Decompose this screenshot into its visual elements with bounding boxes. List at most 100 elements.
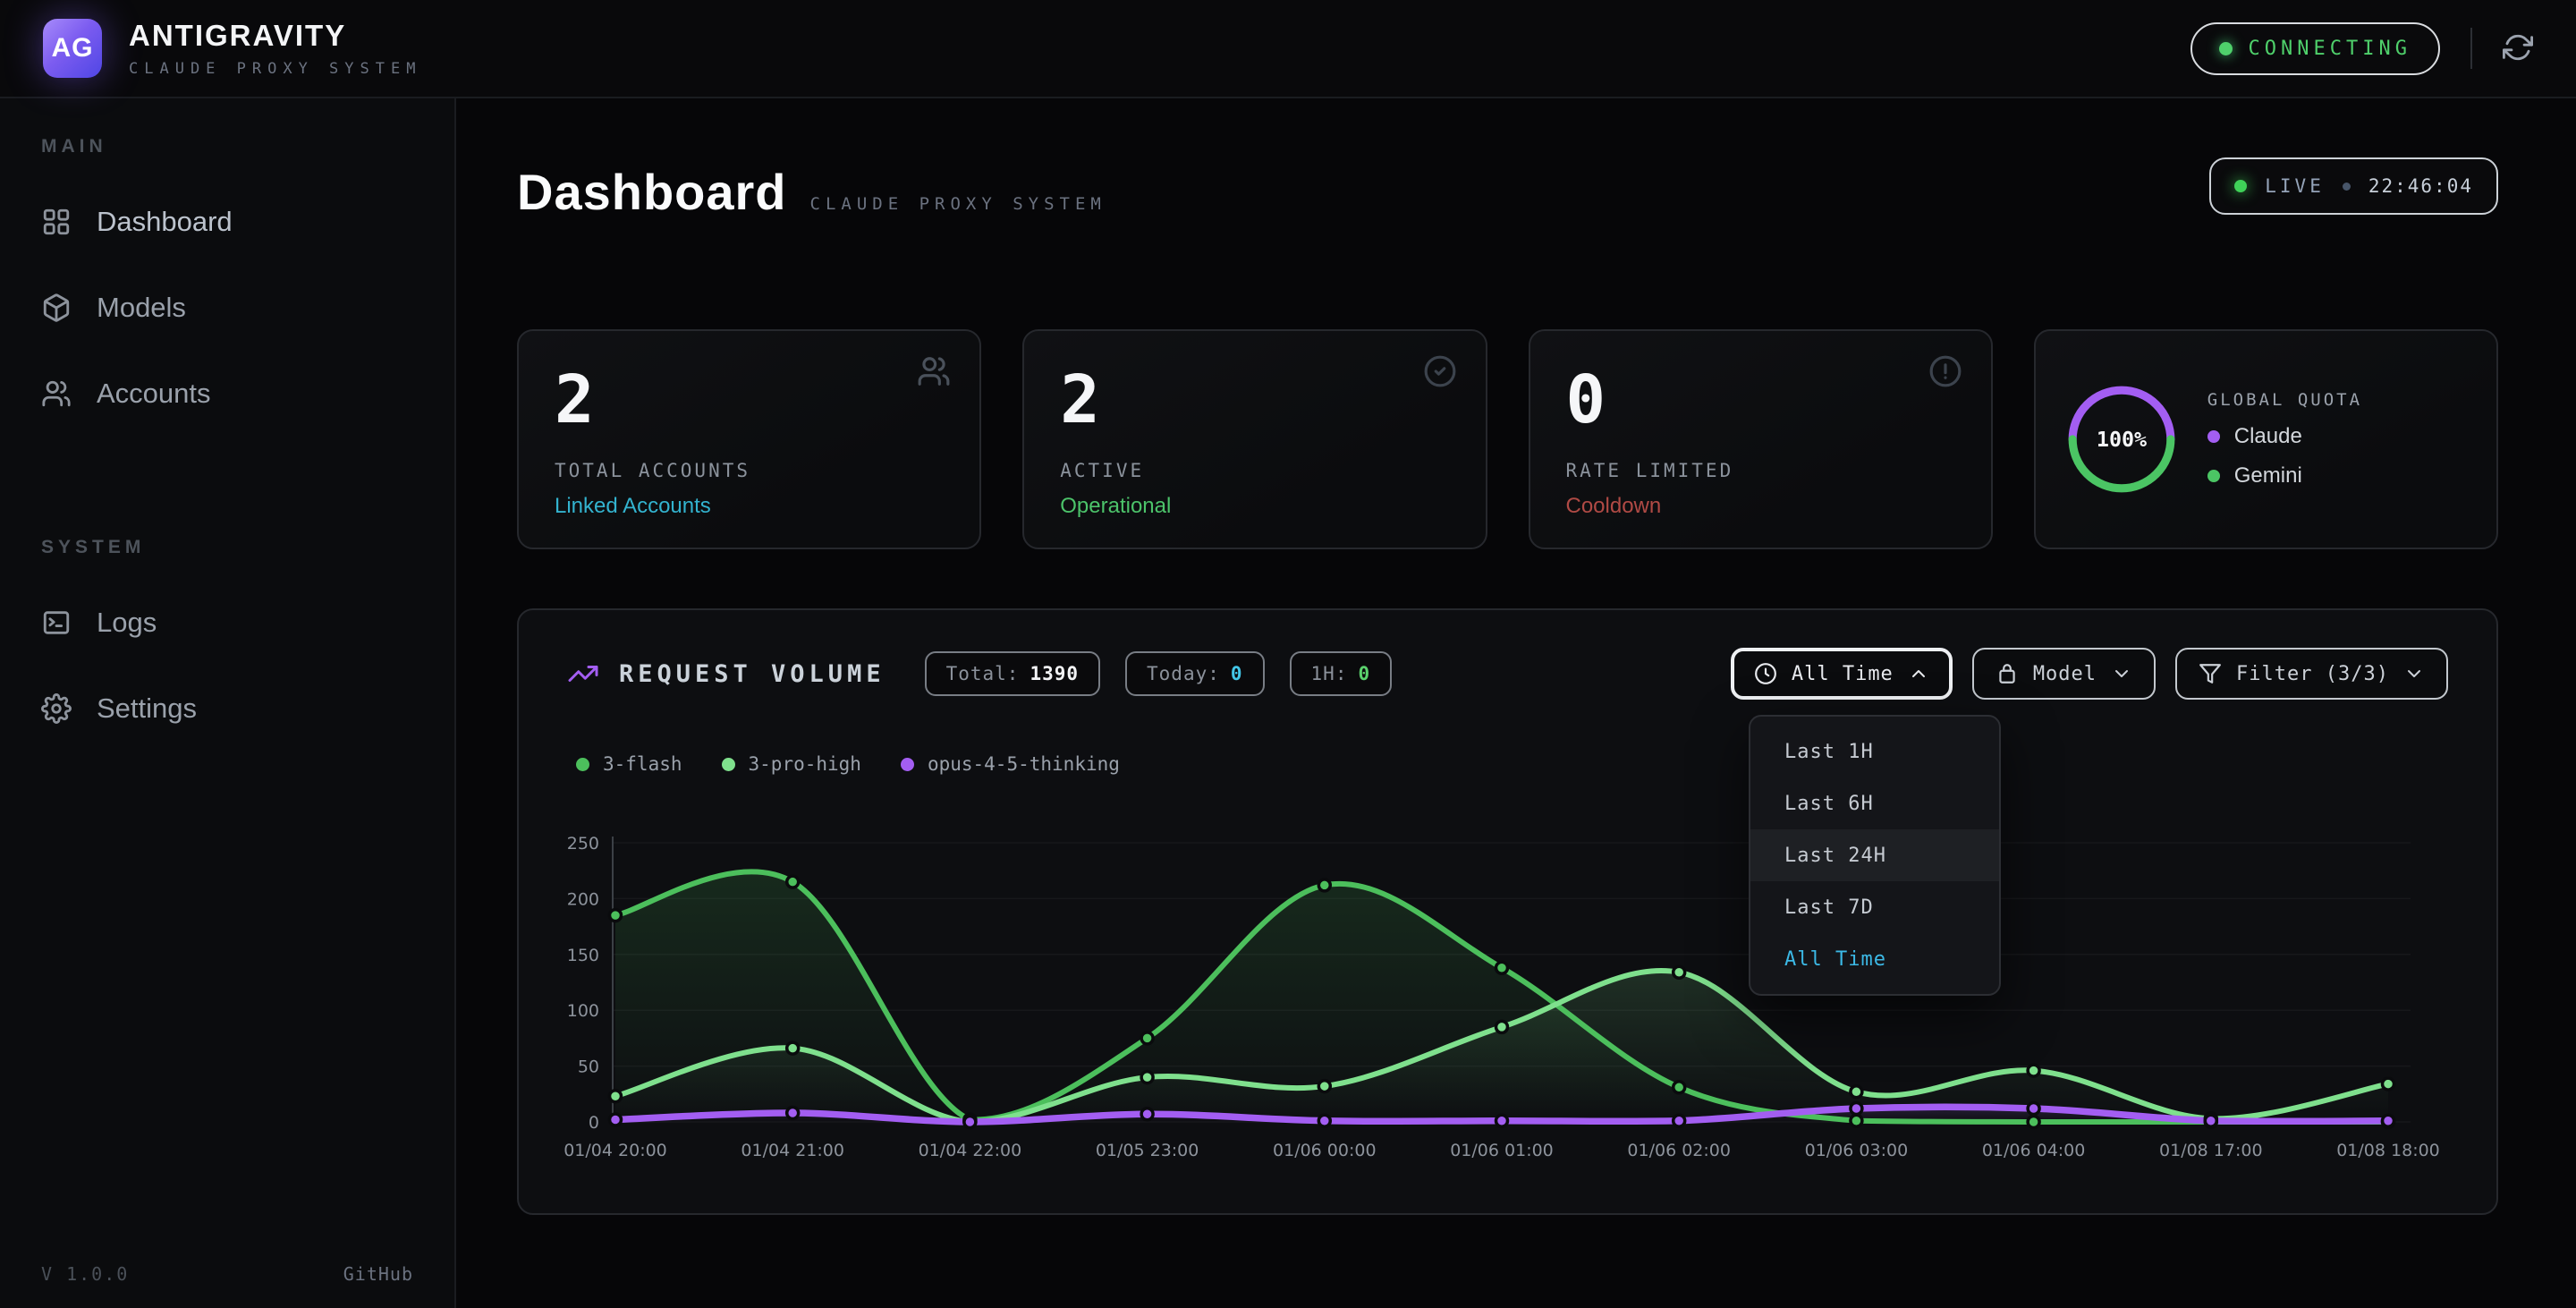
chevron-down-icon bbox=[2111, 663, 2132, 684]
page-title: Dashboard bbox=[517, 163, 787, 221]
refresh-button[interactable] bbox=[2503, 32, 2533, 65]
sidebar-item-label: Logs bbox=[97, 607, 157, 639]
dropdown-option-last-1h[interactable]: Last 1H bbox=[1750, 726, 1999, 777]
refresh-icon bbox=[2503, 32, 2533, 65]
filter-button[interactable]: Filter (3/3) bbox=[2175, 648, 2448, 700]
connection-status-badge: CONNECTING bbox=[2190, 22, 2440, 75]
separator-dot-icon bbox=[2343, 183, 2351, 191]
sidebar-section-system: SYSTEM bbox=[0, 537, 454, 558]
dropdown-option-last-6h[interactable]: Last 6H bbox=[1750, 777, 1999, 829]
today-pill: Today: 0 bbox=[1125, 651, 1265, 696]
users-icon bbox=[917, 354, 951, 393]
time-range-button[interactable]: All Time bbox=[1731, 648, 1953, 700]
terminal-icon bbox=[41, 607, 72, 638]
status-dot-icon bbox=[2219, 42, 2233, 55]
legend-item-3-pro-high[interactable]: 3-pro-high bbox=[722, 753, 861, 775]
svg-text:01/04 21:00: 01/04 21:00 bbox=[741, 1141, 844, 1160]
sidebar: MAIN Dashboard Models Accounts SYSTEM bbox=[0, 98, 456, 1308]
app-title: ANTIGRAVITY bbox=[129, 19, 421, 53]
stat-label: ACTIVE bbox=[1060, 460, 1449, 481]
stat-cards-row: 2 TOTAL ACCOUNTS Linked Accounts 2 ACTIV… bbox=[517, 329, 2498, 549]
time-range-dropdown: Last 1H Last 6H Last 24H Last 7D All Tim… bbox=[1749, 715, 2001, 996]
stat-sublabel: Cooldown bbox=[1566, 494, 1955, 519]
funnel-icon bbox=[2199, 662, 2222, 685]
chart-title: REQUEST VOLUME bbox=[619, 660, 886, 688]
total-value: 1390 bbox=[1030, 663, 1079, 684]
stat-label: TOTAL ACCOUNTS bbox=[555, 460, 944, 481]
clock-icon bbox=[1754, 662, 1777, 685]
app-version: V 1.0.0 bbox=[41, 1263, 129, 1285]
sidebar-section-main: MAIN bbox=[0, 136, 454, 157]
sidebar-item-label: Models bbox=[97, 292, 186, 324]
main-content: Dashboard CLAUDE PROXY SYSTEM LIVE 22:46… bbox=[456, 98, 2576, 1308]
live-clock: 22:46:04 bbox=[2368, 175, 2473, 197]
sidebar-item-label: Settings bbox=[97, 692, 197, 725]
dropdown-option-all-time[interactable]: All Time bbox=[1750, 933, 1999, 985]
chevron-up-icon bbox=[1908, 663, 1929, 684]
chevron-down-icon bbox=[2403, 663, 2425, 684]
hour-pill: 1H: 0 bbox=[1290, 651, 1393, 696]
gear-icon bbox=[41, 693, 72, 724]
stat-value: 0 bbox=[1566, 367, 1955, 433]
today-value: 0 bbox=[1231, 663, 1243, 684]
quota-ring: 100% bbox=[2063, 380, 2181, 498]
app-subtitle: CLAUDE PROXY SYSTEM bbox=[129, 60, 421, 78]
header-divider bbox=[2470, 28, 2472, 69]
stat-value: 2 bbox=[555, 367, 944, 433]
quota-legend-gemini: Gemini bbox=[2207, 463, 2362, 488]
legend-item-opus[interactable]: opus-4-5-thinking bbox=[901, 753, 1120, 775]
sidebar-item-label: Dashboard bbox=[97, 206, 233, 238]
live-status-badge: LIVE 22:46:04 bbox=[2209, 157, 2498, 215]
svg-text:01/08 17:00: 01/08 17:00 bbox=[2159, 1141, 2263, 1160]
svg-text:01/08 18:00: 01/08 18:00 bbox=[2336, 1141, 2440, 1160]
hour-value: 0 bbox=[1358, 663, 1370, 684]
svg-text:50: 50 bbox=[578, 1057, 599, 1077]
dropdown-option-last-24h[interactable]: Last 24H bbox=[1750, 829, 1999, 881]
package-icon bbox=[1996, 662, 2019, 685]
quota-legend-claude: Claude bbox=[2207, 424, 2362, 449]
live-dot-icon bbox=[2234, 180, 2247, 192]
svg-text:250: 250 bbox=[567, 834, 599, 854]
dropdown-option-last-7d[interactable]: Last 7D bbox=[1750, 881, 1999, 933]
svg-text:0: 0 bbox=[589, 1113, 599, 1133]
card-total-accounts: 2 TOTAL ACCOUNTS Linked Accounts bbox=[517, 329, 981, 549]
sidebar-item-settings[interactable]: Settings bbox=[0, 666, 454, 752]
chart-legend: 3-flash 3-pro-high opus-4-5-thinking bbox=[567, 753, 2448, 775]
sidebar-item-accounts[interactable]: Accounts bbox=[0, 351, 454, 437]
stat-sublabel: Operational bbox=[1060, 494, 1449, 519]
svg-text:01/06 03:00: 01/06 03:00 bbox=[1805, 1141, 1909, 1160]
quota-legend-label: Gemini bbox=[2234, 463, 2302, 488]
card-global-quota: 100% GLOBAL QUOTA Claude Gemini bbox=[2034, 329, 2498, 549]
request-volume-chart: 05010015020025001/04 20:0001/04 21:0001/… bbox=[546, 829, 2478, 1196]
grid-icon bbox=[41, 207, 72, 237]
model-filter-button[interactable]: Model bbox=[1972, 648, 2156, 700]
gemini-dot-icon bbox=[2207, 470, 2220, 482]
legend-item-3-flash[interactable]: 3-flash bbox=[576, 753, 682, 775]
circle-alert-icon bbox=[1928, 354, 1962, 393]
request-volume-panel: REQUEST VOLUME Total: 1390 Today: 0 1H: … bbox=[517, 608, 2498, 1215]
page-subtitle: CLAUDE PROXY SYSTEM bbox=[810, 194, 1106, 214]
sidebar-item-logs[interactable]: Logs bbox=[0, 580, 454, 666]
series-dot-icon bbox=[722, 758, 735, 771]
stat-label: RATE LIMITED bbox=[1566, 460, 1955, 481]
svg-text:01/05 23:00: 01/05 23:00 bbox=[1096, 1141, 1199, 1160]
trending-up-icon bbox=[567, 658, 599, 690]
svg-text:01/06 02:00: 01/06 02:00 bbox=[1627, 1141, 1731, 1160]
claude-dot-icon bbox=[2207, 430, 2220, 443]
github-link[interactable]: GitHub bbox=[343, 1263, 413, 1285]
svg-text:01/06 01:00: 01/06 01:00 bbox=[1450, 1141, 1554, 1160]
svg-text:01/06 00:00: 01/06 00:00 bbox=[1273, 1141, 1377, 1160]
svg-text:200: 200 bbox=[567, 889, 599, 909]
svg-text:150: 150 bbox=[567, 946, 599, 965]
cube-icon bbox=[41, 293, 72, 323]
live-label: LIVE bbox=[2265, 175, 2325, 197]
stat-sublabel: Linked Accounts bbox=[555, 494, 944, 519]
quota-legend-label: Claude bbox=[2234, 424, 2302, 449]
users-icon bbox=[41, 378, 72, 409]
sidebar-item-models[interactable]: Models bbox=[0, 265, 454, 351]
total-pill: Total: 1390 bbox=[925, 651, 1100, 696]
app-logo: AG bbox=[43, 19, 102, 78]
card-active: 2 ACTIVE Operational bbox=[1022, 329, 1487, 549]
sidebar-item-dashboard[interactable]: Dashboard bbox=[0, 179, 454, 265]
series-dot-icon bbox=[901, 758, 914, 771]
